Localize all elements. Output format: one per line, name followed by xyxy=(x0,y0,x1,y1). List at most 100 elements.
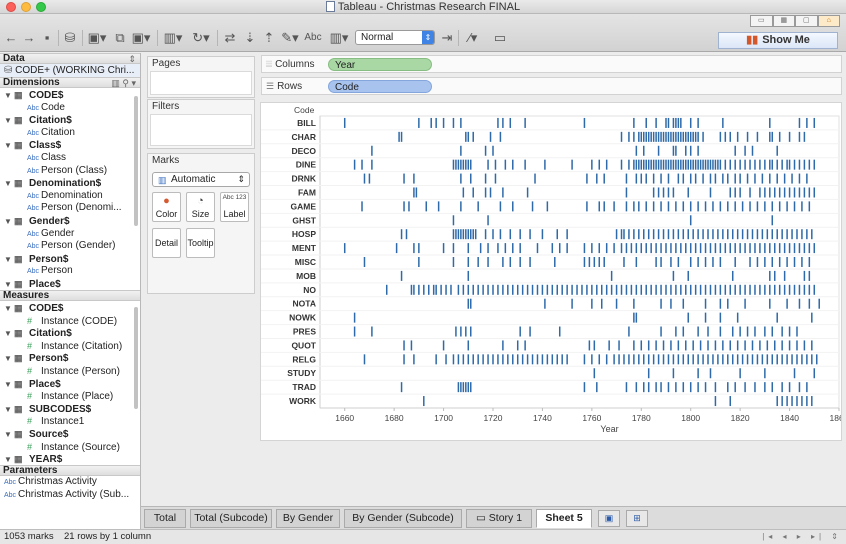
tick-mark-dine[interactable] xyxy=(652,159,655,170)
tick-mark-bill[interactable] xyxy=(655,117,657,128)
tick-mark-hosp[interactable] xyxy=(781,229,783,240)
tick-mark-dine[interactable] xyxy=(605,159,608,170)
tick-mark-quot[interactable] xyxy=(633,340,635,351)
tick-mark-pres[interactable] xyxy=(558,326,561,337)
tick-mark-char[interactable] xyxy=(736,131,739,142)
tick-mark-game[interactable] xyxy=(598,201,601,212)
tick-mark-char[interactable] xyxy=(662,131,665,142)
tick-mark-char[interactable] xyxy=(778,131,781,142)
tick-mark-char[interactable] xyxy=(689,131,692,142)
tick-mark-hosp[interactable] xyxy=(712,229,714,240)
tick-mark-dine[interactable] xyxy=(353,159,356,170)
tick-mark-quot[interactable] xyxy=(588,340,591,351)
tick-mark-fam[interactable] xyxy=(813,187,816,198)
tick-mark-char[interactable] xyxy=(798,131,801,142)
tick-mark-hosp[interactable] xyxy=(519,229,521,240)
tick-mark-dine[interactable] xyxy=(759,159,761,170)
tick-mark-quot[interactable] xyxy=(707,340,709,351)
field-class[interactable]: Abc Class xyxy=(0,152,132,165)
tick-mark-quot[interactable] xyxy=(524,340,526,351)
tick-mark-game[interactable] xyxy=(727,201,729,212)
tick-mark-pres[interactable] xyxy=(371,326,373,337)
expand-triangle-icon[interactable]: ▼ xyxy=(4,303,14,315)
tick-mark-quot[interactable] xyxy=(677,340,680,351)
tick-mark-misc[interactable] xyxy=(467,257,470,267)
tick-mark-dine[interactable] xyxy=(487,159,489,170)
tick-mark-quot[interactable] xyxy=(608,340,610,351)
tick-mark-no[interactable] xyxy=(435,284,437,295)
tick-mark-relg[interactable] xyxy=(492,354,494,365)
tick-mark-nota[interactable] xyxy=(615,298,618,309)
code-pill[interactable]: Code xyxy=(328,80,432,93)
tick-mark-pres[interactable] xyxy=(781,326,783,337)
tick-mark-no[interactable] xyxy=(487,284,489,295)
tick-mark-nota[interactable] xyxy=(470,298,472,309)
tick-mark-dine[interactable] xyxy=(754,159,756,170)
tick-mark-hosp[interactable] xyxy=(697,229,699,240)
tick-mark-misc[interactable] xyxy=(712,257,714,267)
tick-mark-hosp[interactable] xyxy=(628,229,630,240)
tick-mark-game[interactable] xyxy=(719,201,722,212)
tick-mark-quot[interactable] xyxy=(781,340,783,351)
tick-mark-no[interactable] xyxy=(561,284,563,295)
duplicate-sheet-icon[interactable]: ⧉ xyxy=(112,30,128,46)
highlight-icon[interactable]: ✎▾ xyxy=(280,30,300,46)
tick-mark-work[interactable] xyxy=(811,396,813,407)
tick-mark-relg[interactable] xyxy=(623,354,625,365)
tick-mark-nowk[interactable] xyxy=(776,312,778,323)
tick-mark-fam[interactable] xyxy=(662,187,665,198)
tab-by-gender-subcode[interactable]: By Gender (Subcode) xyxy=(344,509,462,528)
tick-mark-pres[interactable] xyxy=(675,326,677,337)
tick-mark-nota[interactable] xyxy=(670,298,672,309)
tick-mark-quot[interactable] xyxy=(714,340,717,351)
tick-mark-hosp[interactable] xyxy=(687,229,689,240)
tick-mark-no[interactable] xyxy=(427,284,430,295)
tick-mark-hosp[interactable] xyxy=(702,229,704,240)
tick-mark-game[interactable] xyxy=(697,201,699,212)
tick-mark-drnk[interactable] xyxy=(484,173,487,184)
tick-mark-ment[interactable] xyxy=(452,243,455,254)
tick-mark-pres[interactable] xyxy=(455,326,457,337)
tick-mark-fam[interactable] xyxy=(489,187,492,198)
tick-mark-study[interactable] xyxy=(593,368,596,379)
tick-mark-dine[interactable] xyxy=(494,159,497,170)
tick-mark-hosp[interactable] xyxy=(682,229,685,240)
tick-mark-pres[interactable] xyxy=(764,326,766,337)
tick-mark-pres[interactable] xyxy=(353,326,356,337)
tick-mark-relg[interactable] xyxy=(566,354,568,365)
tick-mark-relg[interactable] xyxy=(727,354,729,365)
tick-mark-dine[interactable] xyxy=(729,159,732,170)
tick-mark-char[interactable] xyxy=(682,131,685,142)
tick-mark-relg[interactable] xyxy=(521,354,524,365)
tick-mark-dine[interactable] xyxy=(460,159,462,170)
tick-mark-deco[interactable] xyxy=(371,145,373,156)
tick-mark-hosp[interactable] xyxy=(465,229,467,240)
tick-mark-quot[interactable] xyxy=(662,340,665,351)
tick-mark-fam[interactable] xyxy=(672,187,675,198)
tick-mark-relg[interactable] xyxy=(618,354,620,365)
tick-mark-deco[interactable] xyxy=(657,145,660,156)
tick-mark-dine[interactable] xyxy=(724,159,727,170)
field-instance-person[interactable]: # Instance (Person) xyxy=(0,365,132,378)
tick-mark-dine[interactable] xyxy=(620,159,623,170)
tick-mark-nota[interactable] xyxy=(591,298,593,309)
tick-mark-ghst[interactable] xyxy=(689,215,692,226)
tick-mark-relg[interactable] xyxy=(672,354,675,365)
tick-mark-no[interactable] xyxy=(507,284,509,295)
tick-mark-char[interactable] xyxy=(694,131,697,142)
folder-gender[interactable]: ▼ ▦ Gender$ xyxy=(0,215,132,228)
tick-mark-no[interactable] xyxy=(729,284,732,295)
tick-mark-drnk[interactable] xyxy=(791,173,793,184)
folder-person[interactable]: ▼ ▦ Person$ xyxy=(0,352,132,365)
tick-mark-hosp[interactable] xyxy=(796,229,798,240)
tick-mark-char[interactable] xyxy=(675,131,677,142)
tick-mark-no[interactable] xyxy=(462,284,465,295)
chart-type-icon[interactable]: ▥▾ xyxy=(328,30,350,46)
tick-mark-hosp[interactable] xyxy=(623,229,625,240)
tick-mark-quot[interactable] xyxy=(796,340,798,351)
tick-mark-pres[interactable] xyxy=(628,326,630,337)
tick-mark-no[interactable] xyxy=(655,284,657,295)
tick-mark-drnk[interactable] xyxy=(635,173,638,184)
tick-mark-ment[interactable] xyxy=(442,243,445,254)
show-me-button[interactable]: ▮▮ Show Me xyxy=(718,32,838,49)
